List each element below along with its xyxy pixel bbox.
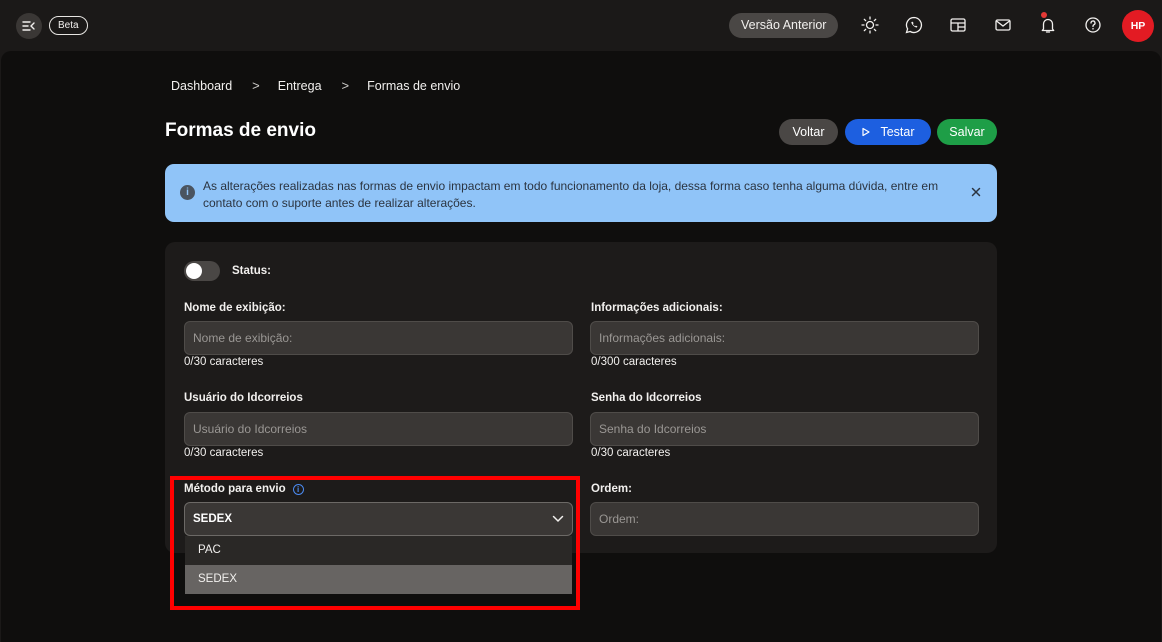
dropdown-option-pac[interactable]: PAC: [185, 536, 572, 565]
dropdown-option-sedex[interactable]: SEDEX: [185, 565, 572, 594]
help-button[interactable]: [1082, 14, 1104, 36]
breadcrumb-separator: >: [341, 78, 350, 93]
test-button-label: Testar: [880, 125, 915, 139]
shipping-method-label: Método para envio i: [184, 483, 304, 495]
top-bar: Beta Versão Anterior HP: [0, 0, 1162, 51]
layout-button[interactable]: [947, 14, 969, 36]
shipping-method-label-text: Método para envio: [184, 483, 286, 495]
additional-info-char-count: 0/300 caracteres: [591, 356, 677, 368]
close-icon: [971, 187, 981, 197]
idcorreios-password-input[interactable]: [590, 412, 979, 446]
chevron-down-icon: [552, 515, 564, 523]
idcorreios-user-input[interactable]: [184, 412, 573, 446]
sun-icon: [861, 16, 879, 34]
info-alert: i As alterações realizadas nas formas de…: [165, 164, 997, 222]
whatsapp-icon: [905, 16, 923, 34]
breadcrumb: Dashboard > Entrega > Formas de envio: [171, 78, 460, 93]
back-button-label: Voltar: [792, 125, 825, 139]
display-name-label: Nome de exibição:: [184, 302, 286, 314]
status-toggle[interactable]: [184, 261, 220, 281]
breadcrumb-current: Formas de envio: [367, 78, 461, 93]
shipping-method-select[interactable]: SEDEX: [184, 502, 573, 536]
status-label: Status:: [232, 265, 271, 277]
idcorreios-password-label: Senha do Idcorreios: [591, 392, 702, 404]
shipping-method-dropdown: PAC SEDEX: [185, 536, 572, 594]
play-icon: [862, 127, 871, 137]
previous-version-button[interactable]: Versão Anterior: [729, 13, 839, 38]
collapse-menu-icon: [22, 21, 35, 31]
menu-toggle-button[interactable]: [16, 13, 42, 39]
order-input[interactable]: [590, 502, 979, 536]
alert-text: As alterações realizadas nas formas de e…: [203, 179, 939, 210]
toggle-knob: [186, 263, 202, 279]
alert-close-button[interactable]: [969, 185, 983, 199]
save-button-label: Salvar: [949, 125, 985, 139]
breadcrumb-dashboard[interactable]: Dashboard: [171, 79, 232, 93]
idcorreios-password-char-count: 0/30 caracteres: [591, 447, 671, 459]
notification-dot: [1041, 12, 1047, 18]
page-title: Formas de envio: [165, 120, 316, 141]
info-icon: i: [180, 185, 195, 200]
idcorreios-user-char-count: 0/30 caracteres: [184, 447, 264, 459]
back-button[interactable]: Voltar: [779, 119, 838, 145]
layout-icon: [950, 18, 966, 32]
mail-icon: [995, 19, 1011, 31]
help-icon: [1085, 17, 1101, 33]
whatsapp-button[interactable]: [903, 14, 925, 36]
theme-toggle-button[interactable]: [859, 14, 881, 36]
bell-icon: [1041, 18, 1055, 33]
breadcrumb-entrega[interactable]: Entrega: [278, 79, 322, 93]
info-icon[interactable]: i: [292, 483, 304, 495]
display-name-input[interactable]: [184, 321, 573, 355]
notifications-button[interactable]: [1037, 14, 1059, 36]
save-button[interactable]: Salvar: [937, 119, 997, 145]
display-name-char-count: 0/30 caracteres: [184, 356, 264, 368]
additional-info-input[interactable]: [590, 321, 979, 355]
shipping-method-value: SEDEX: [193, 513, 232, 525]
order-label: Ordem:: [591, 483, 632, 495]
idcorreios-user-label: Usuário do Idcorreios: [184, 392, 303, 404]
breadcrumb-separator: >: [252, 78, 260, 93]
mail-button[interactable]: [992, 14, 1014, 36]
additional-info-label: Informações adicionais:: [591, 302, 723, 314]
beta-badge: Beta: [49, 16, 88, 35]
avatar[interactable]: HP: [1122, 10, 1154, 42]
test-button[interactable]: Testar: [845, 119, 931, 145]
